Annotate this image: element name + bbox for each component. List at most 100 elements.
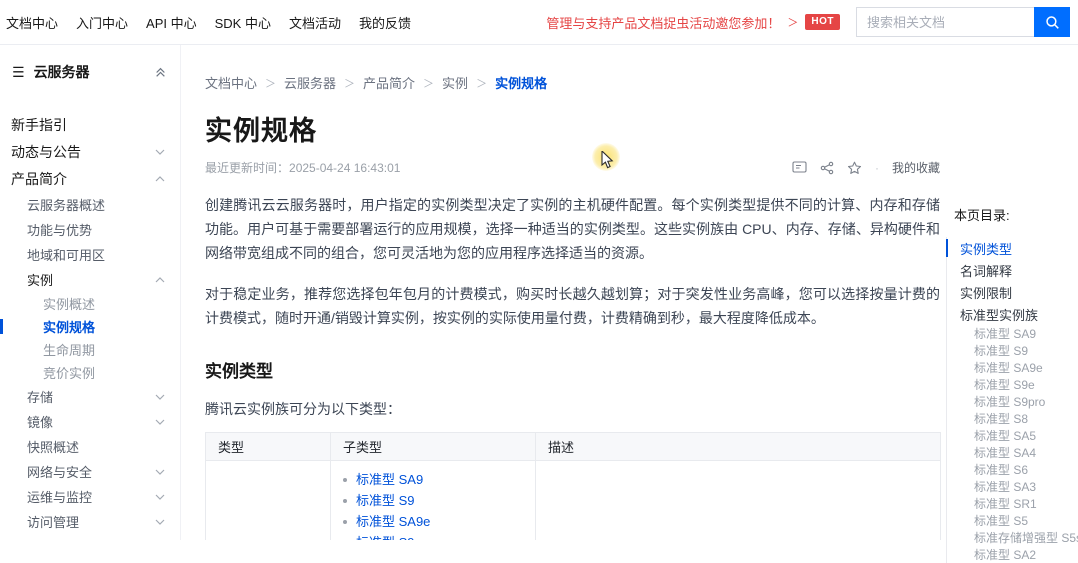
col-header-description: 描述 xyxy=(536,433,941,461)
sidebar-item[interactable]: 地域和可用区 xyxy=(0,242,180,267)
table-intro-text: 腾讯云实例族可分为以下类型： xyxy=(205,399,940,419)
top-nav-item[interactable]: 文档活动 xyxy=(289,13,341,32)
breadcrumb-current: 实例规格 xyxy=(495,73,547,92)
table-row: 标准型 SA9 标准型 S9 标准型 SA9e xyxy=(206,461,941,541)
sidebar-item[interactable]: 镜像 xyxy=(0,409,180,434)
page-title: 实例规格 xyxy=(205,109,1078,148)
subtype-link[interactable]: 标准型 S9 xyxy=(356,494,415,507)
breadcrumb-link[interactable]: 产品简介 xyxy=(363,73,415,92)
sidebar-product-title: 云服务器 xyxy=(34,62,90,82)
col-header-subtype: 子类型 xyxy=(331,433,536,461)
sidebar-item[interactable]: 产品简介 xyxy=(0,165,180,192)
toc-item[interactable]: 标准型 SR1 xyxy=(947,495,1078,512)
subtype-list-item: 标准型 S9e xyxy=(343,536,523,540)
description-cell xyxy=(536,461,941,541)
sidebar-item[interactable]: 实例概述 xyxy=(0,292,180,315)
my-favorites-link[interactable]: 我的收藏 xyxy=(892,159,940,176)
collapse-sidebar-icon[interactable] xyxy=(155,67,166,78)
toc-item[interactable]: 标准型实例族 xyxy=(947,303,1078,325)
sidebar-nav: 新手指引 动态与公告 产品简介 xyxy=(0,111,180,540)
sidebar-item[interactable]: 功能与优势 xyxy=(0,217,180,242)
breadcrumb: 文档中心 ＞ 云服务器 ＞ 产品简介 ＞ 实例 ＞ 实例规格 xyxy=(205,73,1078,92)
chevron-icon xyxy=(155,394,165,400)
toc-label: 本页目录: xyxy=(946,205,1078,224)
toc-item[interactable]: 名词解释 xyxy=(947,259,1078,281)
toc-item[interactable]: 标准型 SA4 xyxy=(947,444,1078,461)
sidebar-item[interactable]: 动态与公告 xyxy=(0,138,180,165)
breadcrumb-separator-icon: ＞ xyxy=(476,75,487,91)
search-input[interactable] xyxy=(856,7,1034,37)
toc-item[interactable]: 实例类型 xyxy=(947,237,1078,259)
sidebar-item[interactable]: 云服务器概述 xyxy=(0,192,180,217)
updated-label: 最近更新时间： xyxy=(205,159,289,176)
article-paragraph: 对于稳定业务，推荐您选择包年包月的计费模式，购买时长越久越划算；对于突发性业务高… xyxy=(205,282,940,330)
sidebar-item[interactable]: 竞价实例 xyxy=(0,361,180,384)
sidebar-item[interactable]: 存储 xyxy=(0,384,180,409)
table-header-row: 类型 子类型 描述 xyxy=(206,433,941,461)
subtype-cell: 标准型 SA9 标准型 S9 标准型 SA9e xyxy=(331,461,536,541)
share-icon[interactable] xyxy=(820,161,834,175)
sidebar-item[interactable]: 新手指引 xyxy=(0,111,180,138)
article-meta: 最近更新时间： 2025-04-24 16:43:01 · 我的收藏 xyxy=(205,159,940,176)
subtype-link-list: 标准型 SA9 标准型 S9 标准型 SA9e xyxy=(343,473,523,540)
toc-item[interactable]: 实例限制 xyxy=(947,281,1078,303)
chevron-icon xyxy=(155,494,165,500)
toc-item[interactable]: 标准型 SA9 xyxy=(947,325,1078,342)
promo-banner[interactable]: 管理与支持产品文档捉虫活动邀您参加！ ＞ HOT xyxy=(546,13,840,32)
promo-arrow-icon: ＞ xyxy=(787,14,798,30)
hot-badge: HOT xyxy=(805,14,840,30)
chevron-icon xyxy=(155,149,165,155)
sidebar-item[interactable]: 访问管理 xyxy=(0,509,180,534)
top-nav-item[interactable]: API 中心 xyxy=(146,13,197,32)
toc-item[interactable]: 标准型 SA2 xyxy=(947,546,1078,563)
breadcrumb-separator-icon: ＞ xyxy=(344,75,355,91)
top-nav-item[interactable]: 我的反馈 xyxy=(359,13,411,32)
toc-item[interactable]: 标准型 S5 xyxy=(947,512,1078,529)
breadcrumb-separator-icon: ＞ xyxy=(265,75,276,91)
toc-item[interactable]: 标准型 S9e xyxy=(947,376,1078,393)
toc-item[interactable]: 标准型 SA9e xyxy=(947,359,1078,376)
doc-search xyxy=(856,7,1070,37)
sidebar-item[interactable]: 网络与安全 xyxy=(0,459,180,484)
subtype-link[interactable]: 标准型 S9e xyxy=(356,536,422,540)
article: 文档中心 ＞ 云服务器 ＞ 产品简介 ＞ 实例 ＞ 实例规格 实例规格 最近更新时间： 2025… xyxy=(181,45,1078,540)
product-sidebar: ☰ 云服务器 新手指引 动态与公告 xyxy=(0,45,181,540)
toc-item[interactable]: 标准型 S9 xyxy=(947,342,1078,359)
bullet-icon xyxy=(343,478,347,482)
subtype-link[interactable]: 标准型 SA9 xyxy=(356,473,423,486)
article-paragraph: 创建腾讯云云服务器时，用户指定的实例类型决定了实例的主机硬件配置。每个实例类型提… xyxy=(205,193,940,265)
instance-type-table: 类型 子类型 描述 标准型 SA9 xyxy=(205,432,941,540)
sidebar-item[interactable]: 运维与监控 xyxy=(0,484,180,509)
toc-item[interactable]: 标准型 S8 xyxy=(947,410,1078,427)
top-nav-item[interactable]: 入门中心 xyxy=(76,13,128,32)
search-icon xyxy=(1045,15,1060,30)
feedback-icon[interactable] xyxy=(792,161,807,174)
sidebar-item[interactable]: 购买指南 xyxy=(0,534,180,540)
toc-item[interactable]: 标准型 SA3 xyxy=(947,478,1078,495)
sidebar-item[interactable]: 生命周期 xyxy=(0,338,180,361)
toc-item[interactable]: 标准存储增强型 S5se xyxy=(947,529,1078,546)
subtype-list-item: 标准型 SA9e xyxy=(343,515,523,528)
sidebar-item[interactable]: 实例 xyxy=(0,267,180,292)
sidebar-item[interactable]: 快照概述 xyxy=(0,434,180,459)
top-nav-item[interactable]: 文档中心 xyxy=(6,13,58,32)
subtype-list-item: 标准型 SA9 xyxy=(343,473,523,486)
search-button[interactable] xyxy=(1034,7,1070,37)
top-nav-item[interactable]: SDK 中心 xyxy=(215,13,271,32)
subtype-link[interactable]: 标准型 SA9e xyxy=(356,515,430,528)
chevron-icon xyxy=(155,176,165,182)
sidebar-header: ☰ 云服务器 xyxy=(0,57,180,87)
star-icon[interactable] xyxy=(847,161,862,175)
sidebar-item[interactable]: 实例规格 xyxy=(0,315,180,338)
toc-item[interactable]: 标准型 S9pro xyxy=(947,393,1078,410)
page-toc: 本页目录: 实例类型 名词解释 实例限制 标准型实例族 xyxy=(946,205,1078,563)
breadcrumb-link[interactable]: 实例 xyxy=(442,73,468,92)
breadcrumb-link[interactable]: 文档中心 xyxy=(205,73,257,92)
menu-icon[interactable]: ☰ xyxy=(12,64,25,81)
toc-item[interactable]: 标准型 S6 xyxy=(947,461,1078,478)
chevron-icon xyxy=(155,469,165,475)
breadcrumb-link[interactable]: 云服务器 xyxy=(284,73,336,92)
breadcrumb-separator-icon: ＞ xyxy=(423,75,434,91)
promo-text: 管理与支持产品文档捉虫活动邀您参加！ xyxy=(546,13,780,32)
toc-item[interactable]: 标准型 SA5 xyxy=(947,427,1078,444)
